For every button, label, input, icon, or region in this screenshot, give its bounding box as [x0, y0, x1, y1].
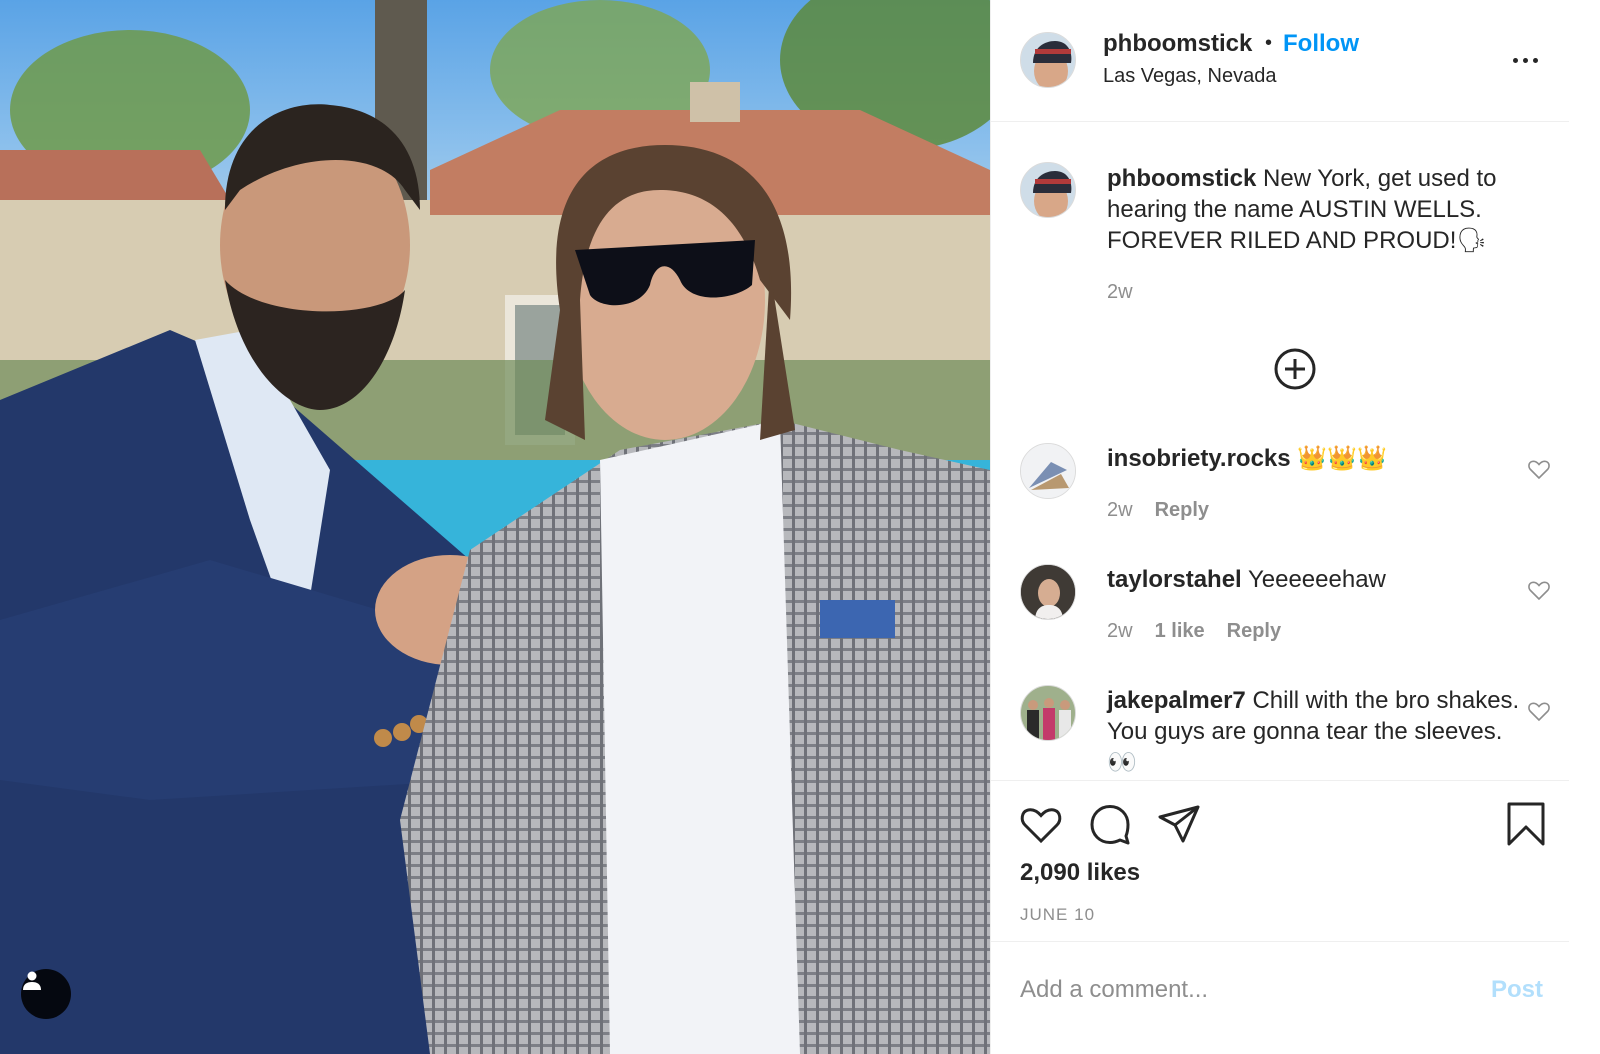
commenter-avatar[interactable]: [1020, 564, 1076, 620]
reply-button[interactable]: Reply: [1227, 620, 1281, 643]
post-sidebar: phboomstick • Follow Las Vegas, Nevada p…: [990, 0, 1600, 1054]
comment-username[interactable]: insobriety.rocks: [1107, 445, 1291, 472]
crown-emojis: 👑👑👑: [1297, 444, 1387, 472]
load-more-comments-icon[interactable]: [1273, 347, 1317, 391]
post-image: [0, 0, 990, 1054]
reply-button[interactable]: Reply: [1155, 499, 1209, 522]
avatar-image: [1021, 33, 1075, 87]
speaking-head-emoji: 🗣: [1456, 226, 1487, 254]
action-bar: 2,090 likes JUNE 10: [991, 780, 1569, 942]
eyes-emoji: 👀: [1107, 748, 1137, 776]
caption-meta: 2w: [1107, 281, 1133, 304]
more-options-icon[interactable]: [1513, 50, 1545, 70]
comment-composer: Post: [991, 943, 1569, 1054]
post-header: phboomstick • Follow Las Vegas, Nevada: [991, 0, 1569, 122]
post-comment-button[interactable]: Post: [1491, 976, 1543, 1004]
like-count[interactable]: 2,090 likes: [1020, 859, 1140, 887]
caption-time[interactable]: 2w: [1107, 281, 1133, 304]
save-bookmark-icon[interactable]: [1503, 801, 1549, 847]
commenter-avatar[interactable]: [1020, 443, 1076, 499]
like-comment-icon[interactable]: [1527, 578, 1551, 602]
comment-icon[interactable]: [1087, 801, 1133, 847]
caption-username[interactable]: phboomstick: [1107, 165, 1256, 192]
comment-text: jakepalmer7 Chill with the bro shakes. Y…: [1107, 685, 1527, 778]
like-comment-icon[interactable]: [1527, 457, 1551, 481]
avatar-image: [1021, 565, 1075, 619]
post-photo[interactable]: [0, 0, 990, 1054]
like-comment-icon[interactable]: [1527, 699, 1551, 723]
post-date[interactable]: JUNE 10: [1020, 905, 1095, 925]
heart-icon[interactable]: [1018, 801, 1064, 847]
person-icon: [23, 971, 41, 990]
comment-text: taylorstahel Yeeeeeehaw: [1107, 564, 1527, 595]
commenter-avatar[interactable]: [1020, 685, 1076, 741]
comment-meta: 2w Reply: [1107, 499, 1209, 522]
avatar-image: [1021, 686, 1075, 740]
comment-meta: 2w 1 like Reply: [1107, 620, 1281, 643]
share-icon[interactable]: [1156, 801, 1202, 847]
comment-username[interactable]: taylorstahel: [1107, 566, 1242, 593]
comment-time[interactable]: 2w: [1107, 620, 1133, 643]
avatar-image: [1021, 163, 1075, 217]
comments-list[interactable]: phboomstick New York, get used to hearin…: [991, 123, 1569, 779]
comment-body: Yeeeeeehaw: [1247, 566, 1386, 593]
separator-dot: •: [1265, 32, 1273, 54]
caption-avatar[interactable]: [1020, 162, 1076, 218]
caption-text: phboomstick New York, get used to hearin…: [1107, 163, 1527, 256]
comment-time[interactable]: 2w: [1107, 499, 1133, 522]
comment-username[interactable]: jakepalmer7: [1107, 687, 1246, 714]
author-avatar[interactable]: [1020, 32, 1076, 88]
follow-button[interactable]: Follow: [1283, 30, 1359, 58]
user-tag-icon[interactable]: [21, 969, 71, 1019]
comment-text: insobriety.rocks 👑👑👑: [1107, 443, 1527, 474]
avatar-image: [1021, 444, 1075, 498]
author-username[interactable]: phboomstick: [1103, 30, 1252, 58]
post-location[interactable]: Las Vegas, Nevada: [1103, 65, 1276, 88]
comment-likes[interactable]: 1 like: [1155, 620, 1205, 643]
comment-input[interactable]: [1020, 973, 1460, 1007]
